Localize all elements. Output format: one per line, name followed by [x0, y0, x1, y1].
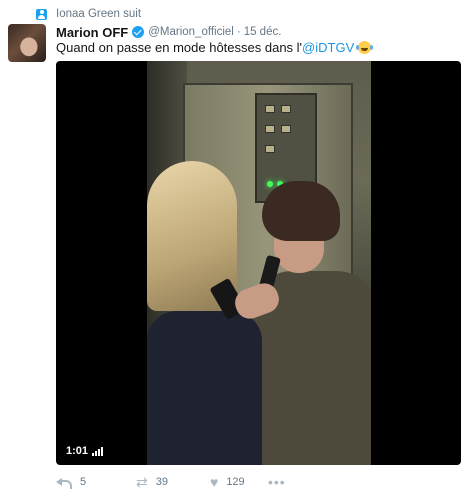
reply-button[interactable]: 5 — [56, 476, 136, 489]
retweet-icon: ⇄ — [136, 474, 148, 490]
like-count: 129 — [226, 476, 245, 488]
video-frame — [147, 61, 371, 465]
tweet-text-body: Quand on passe en mode hôtesses dans l' — [56, 40, 303, 55]
avatar[interactable] — [8, 24, 46, 62]
tears-of-joy-emoji-icon — [356, 41, 372, 54]
display-name[interactable]: Marion OFF — [56, 25, 128, 40]
retweet-count: 39 — [155, 476, 168, 488]
tweet-actions: 5 ⇄ 39 ♥ 129 ••• — [56, 474, 286, 490]
verified-badge-icon — [132, 26, 145, 38]
video-player[interactable]: 1:01 — [56, 61, 461, 465]
tweet-context: Ionaa Green suit — [36, 6, 141, 22]
context-text: Ionaa Green suit — [56, 8, 142, 20]
mention-link[interactable]: @iDTGV — [302, 40, 354, 55]
like-button[interactable]: ♥ 129 — [210, 475, 268, 489]
more-button[interactable]: ••• — [268, 475, 286, 489]
more-dots-icon: ••• — [268, 474, 286, 490]
heart-icon: ♥ — [210, 474, 219, 490]
separator-dot: · — [236, 26, 241, 38]
user-handle[interactable]: @Marion_officiel — [148, 26, 234, 38]
duration-text: 1:01 — [66, 445, 89, 457]
reply-icon — [56, 476, 72, 489]
person-icon — [36, 8, 47, 20]
volume-bars-icon — [92, 446, 104, 456]
tweet-header: Marion OFF @Marion_officiel · 15 déc. — [56, 24, 281, 40]
tweet-text: Quand on passe en mode hôtesses dans l' @… — [56, 40, 372, 55]
reply-count: 5 — [80, 476, 87, 488]
video-duration: 1:01 — [66, 445, 104, 457]
tweet-timestamp[interactable]: 15 déc. — [244, 26, 282, 38]
retweet-button[interactable]: ⇄ 39 — [136, 475, 210, 489]
